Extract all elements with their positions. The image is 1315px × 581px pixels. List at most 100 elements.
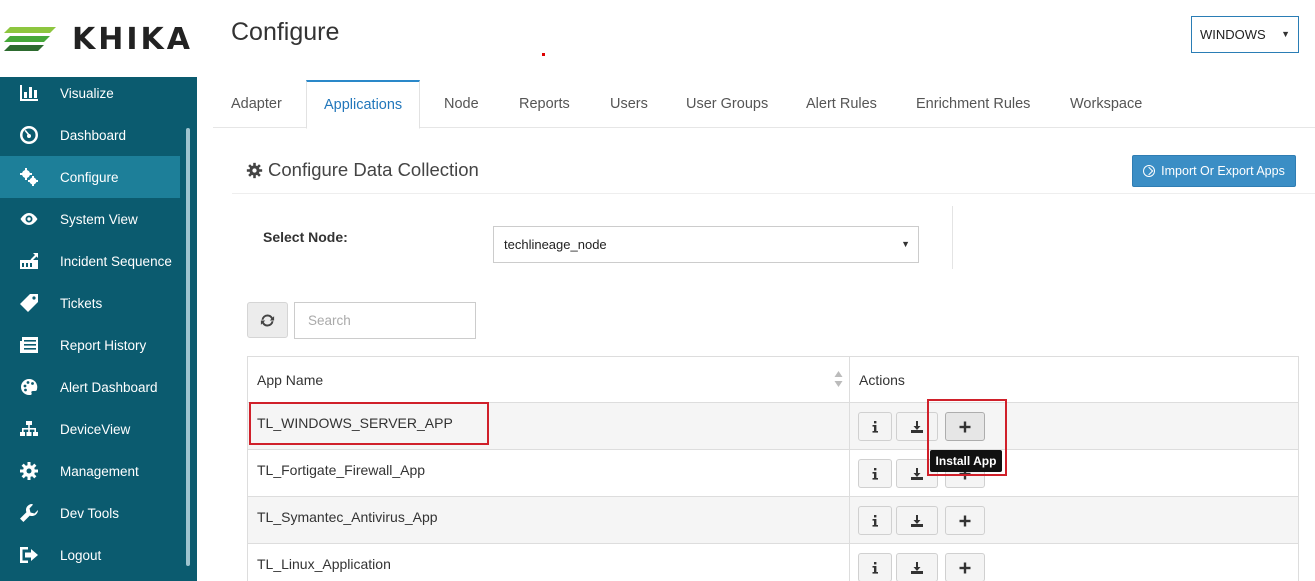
sidebar: Visualize Dashboard Configure System Vie… [0,77,197,581]
sidebar-item-label: DeviceView [60,421,131,437]
gear-icon [246,162,263,178]
download-button[interactable] [896,506,938,535]
tab-enrichment-rules[interactable]: Enrichment Rules [899,80,1047,128]
gears-icon [18,166,40,188]
node-select-value: techlineage_node [504,237,607,252]
tab-node[interactable]: Node [427,80,496,128]
info-button[interactable] [858,412,892,441]
info-button[interactable] [858,459,892,488]
download-icon [911,561,923,574]
app-name-cell: TL_Fortigate_Firewall_App [248,450,850,496]
dashboard-icon [18,124,40,146]
install-app-button[interactable] [945,553,985,581]
table-row: TL_Symantec_Antivirus_App [248,496,1298,543]
info-icon [872,420,878,433]
sort-icon [834,371,843,387]
sidebar-item-label: Tickets [60,295,103,311]
sidebar-item-alert-dashboard[interactable]: Alert Dashboard [0,366,180,408]
sidebar-item-label: Logout [60,547,102,563]
sidebar-item-configure[interactable]: Configure [0,156,180,198]
app-window: KHIKA Visualize Dashboard Configure Syst… [0,0,1315,581]
tab-applications[interactable]: Applications [306,80,421,129]
page-title: Configure [231,18,340,46]
info-button[interactable] [858,506,892,535]
sidebar-item-label: Management [60,463,139,479]
sidebar-item-label: Configure [60,169,119,185]
app-name-cell: TL_Linux_Application [248,544,850,581]
sidebar-item-tickets[interactable]: Tickets [0,282,180,324]
newspaper-icon [18,334,40,356]
logo-area: KHIKA [0,0,197,77]
wrench-icon [18,502,40,524]
table-row: TL_Linux_Application [248,543,1298,581]
arrow-circle-icon [1143,165,1156,177]
sidebar-item-management[interactable]: Management [0,450,180,492]
column-header-label: Actions [859,371,905,388]
download-icon [911,467,923,480]
info-button[interactable] [858,553,892,581]
gear-icon [18,460,40,482]
sidebar-item-report-history[interactable]: Report History [0,324,180,366]
divider [232,193,1315,194]
tab-workspace[interactable]: Workspace [1053,80,1159,128]
sidebar-item-label: Dashboard [60,127,127,143]
apps-table: App Name Actions TL_WINDOWS_SERVER_APP T… [247,356,1299,581]
sitemap-icon [18,418,40,440]
sidebar-item-logout[interactable]: Logout [0,534,180,576]
node-select[interactable]: techlineage_node ▼ [493,226,919,263]
palette-icon [18,376,40,398]
os-select-value: WINDOWS [1200,27,1266,42]
chevron-down-icon: ▼ [1281,29,1290,39]
info-icon [872,467,878,480]
download-icon [911,420,923,433]
search-input[interactable] [294,302,476,339]
sidebar-item-label: System View [60,211,138,227]
column-header-app-name[interactable]: App Name [248,357,850,402]
sidebar-item-label: Visualize [60,85,114,101]
install-app-tooltip: Install App [930,450,1002,472]
sidebar-item-deviceview[interactable]: DeviceView [0,408,180,450]
tab-user-groups[interactable]: User Groups [669,80,785,128]
tab-reports[interactable]: Reports [502,80,587,128]
tab-bar: Adapter Applications Node Reports Users … [213,80,1315,129]
divider [952,206,953,269]
sidebar-item-label: Dev Tools [60,505,120,521]
sidebar-item-label: Report History [60,337,147,353]
tab-adapter[interactable]: Adapter [214,80,299,128]
import-export-apps-button[interactable]: Import Or Export Apps [1132,155,1296,187]
tab-alert-rules[interactable]: Alert Rules [789,80,894,128]
sidebar-item-label: Alert Dashboard [60,379,158,395]
info-icon [872,561,878,574]
chevron-down-icon: ▼ [901,239,910,249]
info-icon [872,514,878,527]
khika-logo-icon [4,27,56,51]
stray-mark [542,53,545,56]
sidebar-item-label: Incident Sequence [60,253,172,269]
tag-icon [18,292,40,314]
eye-icon [18,208,40,230]
import-export-label: Import Or Export Apps [1161,164,1285,178]
brand-name: KHIKA [72,22,193,57]
download-button[interactable] [896,553,938,581]
refresh-icon [260,313,275,327]
tab-users[interactable]: Users [593,80,665,128]
column-header-label: App Name [257,371,324,388]
sidebar-item-dev-tools[interactable]: Dev Tools [0,492,180,534]
highlight-box-app-name [249,402,489,445]
bar-chart-icon [18,82,40,104]
select-node-label: Select Node: [263,229,348,245]
sequence-icon [18,250,40,272]
sidebar-item-incident-sequence[interactable]: Incident Sequence [0,240,180,282]
os-select[interactable]: WINDOWS ▼ [1191,16,1299,53]
refresh-button[interactable] [247,302,288,338]
install-app-button[interactable] [945,506,985,535]
section-title: Configure Data Collection [246,159,479,181]
sidebar-scrollbar[interactable] [186,128,190,566]
sidebar-item-system-view[interactable]: System View [0,198,180,240]
plus-icon [959,562,971,573]
plus-icon [959,515,971,526]
sidebar-item-dashboard[interactable]: Dashboard [0,114,180,156]
sidebar-item-visualize[interactable]: Visualize [0,72,180,114]
column-header-actions: Actions [850,357,1300,402]
sign-out-icon [18,544,40,566]
